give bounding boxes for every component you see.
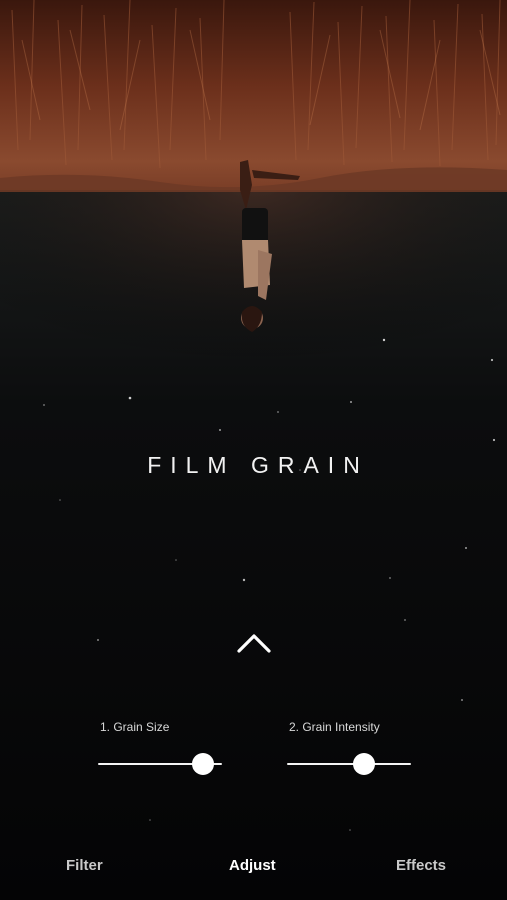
grain-intensity-control: 2. Grain Intensity xyxy=(287,718,427,788)
background-photo xyxy=(0,0,507,900)
grain-intensity-slider-track[interactable] xyxy=(287,753,411,775)
grain-size-slider-thumb[interactable] xyxy=(192,753,215,775)
grain-intensity-label: 2. Grain Intensity xyxy=(289,720,380,734)
tab-effects[interactable]: Effects xyxy=(396,857,446,874)
chevron-up-icon[interactable] xyxy=(236,630,272,656)
tab-adjust[interactable]: Adjust xyxy=(229,857,276,874)
grain-size-label: 1. Grain Size xyxy=(100,720,170,734)
grain-intensity-slider-thumb[interactable] xyxy=(352,753,375,775)
upside-down-night-scene xyxy=(0,0,507,900)
grain-size-control: 1. Grain Size xyxy=(98,718,238,788)
tab-filter[interactable]: Filter xyxy=(66,857,103,874)
app-screen: FILM GRAIN 1. Grain Size 2. Grain Intens… xyxy=(0,0,507,900)
grain-size-slider-track[interactable] xyxy=(98,753,222,775)
page-title: FILM GRAIN xyxy=(147,452,369,478)
bottom-tab-bar: Filter Adjust Effects xyxy=(0,846,507,888)
